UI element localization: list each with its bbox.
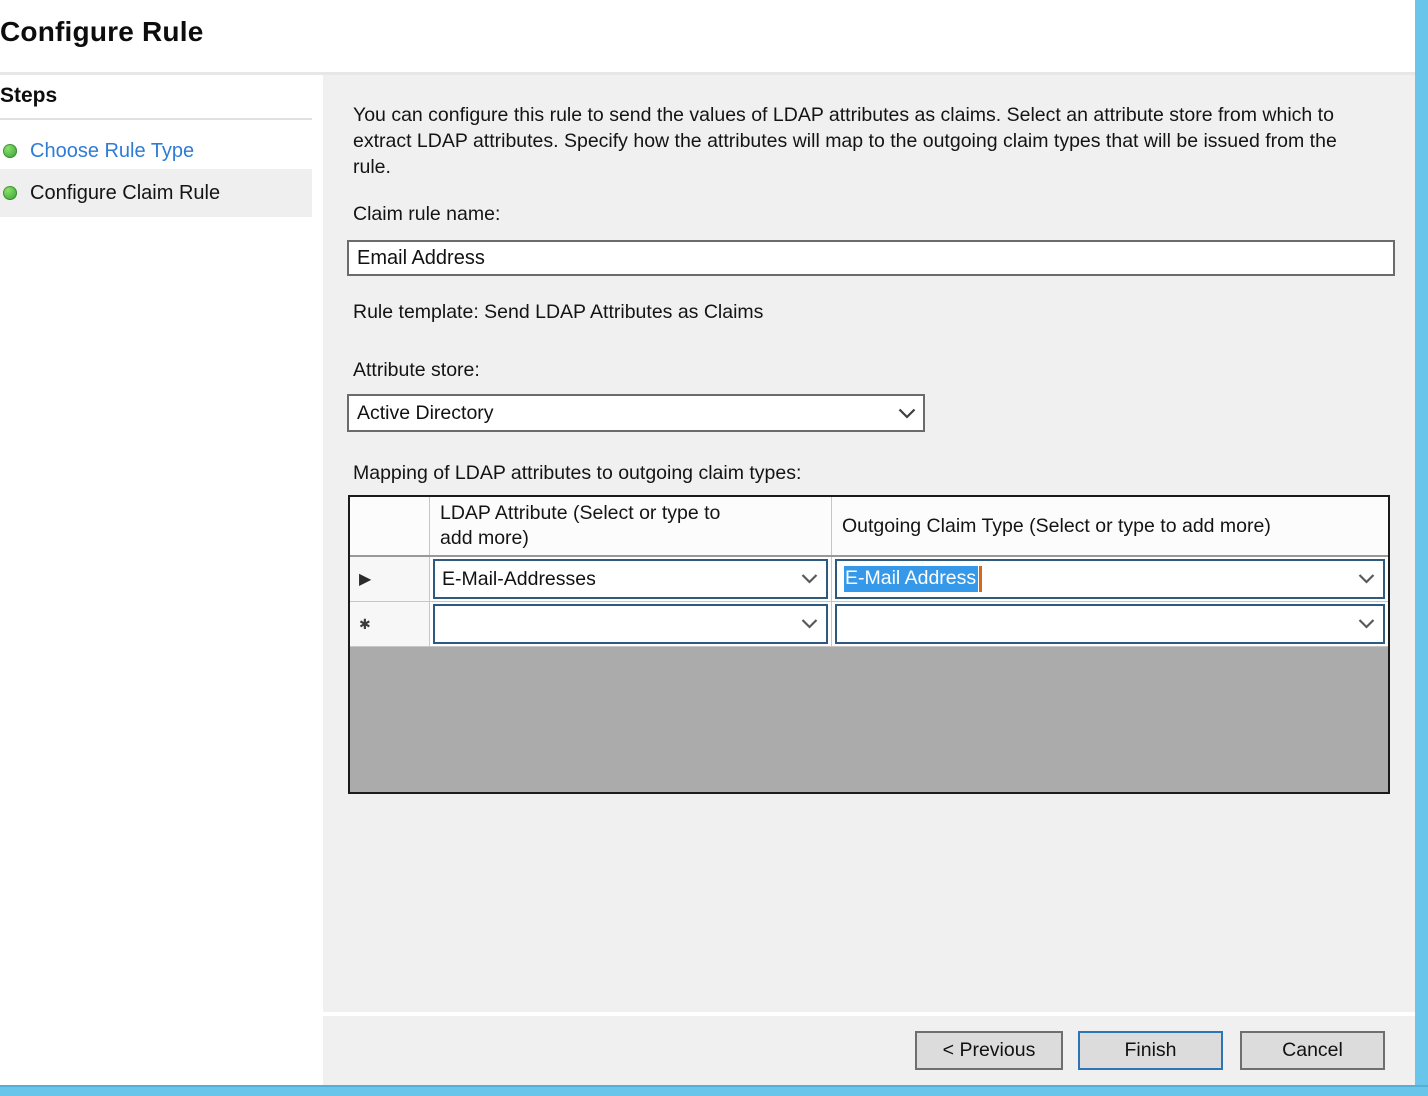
previous-button[interactable]: < Previous	[915, 1031, 1063, 1070]
column-header-outgoing-claim-type: Outgoing Claim Type (Select or type to a…	[832, 497, 1388, 555]
outgoing-claim-type-cell: E-Mail Address	[832, 557, 1388, 601]
ldap-attribute-select[interactable]: E-Mail-Addresses	[433, 559, 828, 599]
attribute-store-label: Attribute store:	[353, 359, 480, 382]
window-border-bottom	[0, 1085, 1428, 1096]
current-row-icon: ▶	[350, 569, 371, 589]
ldap-mapping-table: LDAP Attribute (Select or type to add mo…	[348, 495, 1390, 794]
outgoing-claim-type-cell	[832, 602, 1388, 646]
new-row-icon: ✱	[350, 616, 371, 633]
chevron-down-icon	[801, 574, 818, 584]
chevron-down-icon	[1358, 619, 1375, 629]
row-selector-cell: ▶	[350, 557, 430, 601]
steps-divider	[0, 118, 312, 120]
column-header-ldap-attribute: LDAP Attribute (Select or type to add mo…	[430, 497, 832, 555]
rule-template-text: Rule template: Send LDAP Attributes as C…	[353, 301, 763, 324]
step-label: Choose Rule Type	[30, 140, 194, 163]
steps-panel: Steps Choose Rule Type Configure Claim R…	[0, 75, 317, 1085]
rule-description-text: You can configure this rule to send the …	[353, 102, 1373, 180]
ldap-attribute-value: E-Mail-Addresses	[442, 568, 596, 591]
table-row: ▶ E-Mail-Addresses E-Mail Address	[350, 557, 1388, 602]
steps-panel-title: Steps	[0, 84, 57, 108]
page-title: Configure Rule	[0, 16, 203, 48]
chevron-down-icon	[898, 408, 916, 419]
finish-button[interactable]: Finish	[1078, 1031, 1223, 1070]
table-empty-area	[350, 647, 1388, 792]
outgoing-claim-type-select[interactable]: E-Mail Address	[835, 559, 1385, 599]
step-complete-icon	[3, 144, 17, 158]
ldap-attribute-cell: E-Mail-Addresses	[430, 557, 832, 601]
window-border-right	[1415, 0, 1428, 1096]
claim-rule-name-label: Claim rule name:	[353, 203, 500, 226]
footer-divider	[323, 1012, 1415, 1016]
table-row-new: ✱	[350, 602, 1388, 647]
sidebar-item-configure-claim-rule: Configure Claim Rule	[0, 169, 312, 217]
row-selector-cell: ✱	[350, 602, 430, 646]
mapping-table-label: Mapping of LDAP attributes to outgoing c…	[353, 462, 801, 485]
step-label: Configure Claim Rule	[30, 182, 220, 205]
attribute-store-select[interactable]: Active Directory	[347, 394, 925, 432]
selected-text: E-Mail Address	[844, 566, 978, 592]
ldap-attribute-cell	[430, 602, 832, 646]
step-complete-icon	[3, 186, 17, 200]
chevron-down-icon	[801, 619, 818, 629]
claim-rule-name-input[interactable]	[347, 240, 1395, 276]
sidebar-item-choose-rule-type[interactable]: Choose Rule Type	[0, 127, 312, 175]
ldap-attribute-select-new[interactable]	[433, 604, 828, 644]
outgoing-claim-type-select-new[interactable]	[835, 604, 1385, 644]
table-header-row: LDAP Attribute (Select or type to add mo…	[350, 497, 1388, 557]
chevron-down-icon	[1358, 574, 1375, 584]
attribute-store-value: Active Directory	[357, 402, 494, 425]
configure-rule-content: You can configure this rule to send the …	[323, 75, 1415, 1085]
cancel-button[interactable]: Cancel	[1240, 1031, 1385, 1070]
row-header-column	[350, 497, 430, 555]
text-caret	[979, 566, 982, 592]
